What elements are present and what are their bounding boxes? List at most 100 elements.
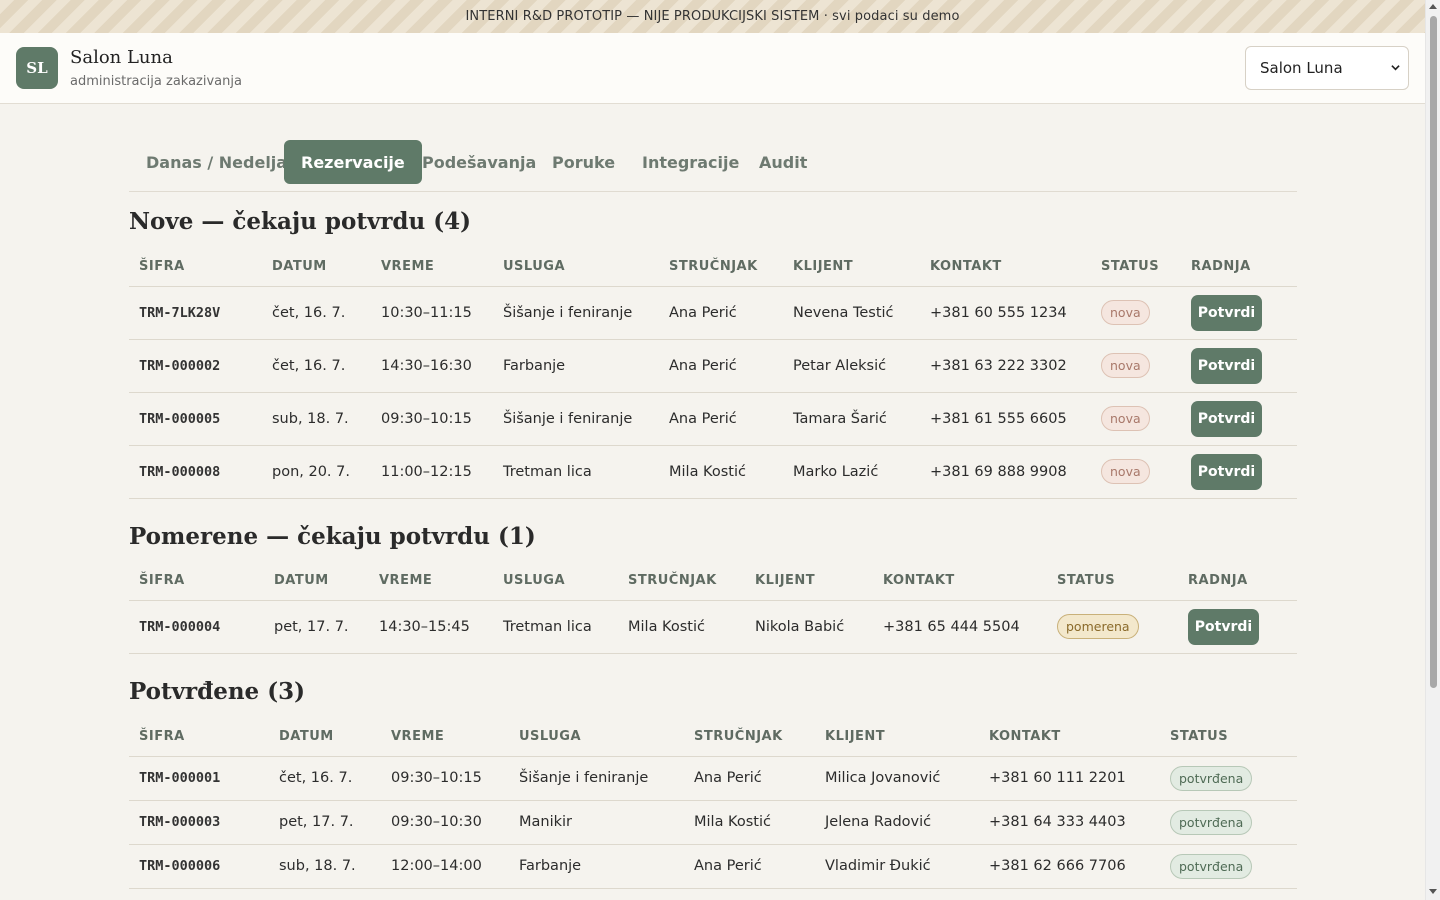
status-badge: nova <box>1101 353 1150 378</box>
tab-integracije[interactable]: Integracije <box>625 140 756 184</box>
col-sifra: ŠIFRA <box>139 573 185 589</box>
confirm-button[interactable]: Potvrdi <box>1191 400 1262 437</box>
cell-time: 12:00–14:00 <box>391 858 482 874</box>
cell-contact: +381 60 111 2201 <box>989 770 1126 786</box>
cell-action: Potvrdi <box>1181 392 1297 445</box>
salon-select[interactable]: Salon Luna <box>1245 46 1409 90</box>
tab-podesavanja[interactable]: Podešavanja <box>405 140 553 184</box>
col-strucnjak: STRUČNJAK <box>669 259 758 275</box>
app-header: SL Salon Luna administracija zakazivanja… <box>0 33 1425 104</box>
cell-status: potvrđena <box>1160 756 1297 800</box>
cell-date: čet, 16. 7. <box>272 304 346 321</box>
cell-expert: Ana Perić <box>669 304 737 321</box>
chevron-down-icon <box>1391 65 1400 71</box>
table-row: TRM-000004 pet, 17. 7. 14:30–15:45 Tretm… <box>129 600 1297 653</box>
section-title-nove: Nove — čekaju potvrdu (4) <box>129 208 472 235</box>
table-row: TRM-000005 sub, 18. 7. 09:30–10:15 Šišan… <box>129 392 1297 445</box>
table-row: TRM-000008 pon, 20. 7. 11:00–12:15 Tretm… <box>129 445 1297 498</box>
col-usluga: USLUGA <box>519 729 582 745</box>
col-sifra: ŠIFRA <box>139 729 185 745</box>
cell-contact: +381 65 444 5504 <box>883 618 1020 635</box>
confirm-button[interactable]: Potvrdi <box>1188 608 1259 645</box>
col-sifra: ŠIFRA <box>139 259 185 275</box>
col-status: STATUS <box>1101 259 1160 275</box>
cell-expert: Ana Perić <box>669 357 737 374</box>
table-row: TRM-7LK28V čet, 16. 7. 10:30–11:15 Šišan… <box>129 286 1297 339</box>
status-badge: nova <box>1101 459 1150 484</box>
cell-expert: Mila Kostić <box>694 814 771 830</box>
tab-rezervacije[interactable]: Rezervacije <box>284 140 422 184</box>
cell-client: Jelena Radović <box>825 814 932 830</box>
cell-service: Tretman lica <box>503 618 592 635</box>
col-klijent: KLIJENT <box>793 259 854 275</box>
cell-date: pet, 17. 7. <box>279 814 354 830</box>
cell-action: Potvrdi <box>1181 445 1297 498</box>
status-badge: potvrđena <box>1170 765 1253 791</box>
cell-expert: Ana Perić <box>694 770 762 786</box>
cell-code: TRM-000003 <box>139 814 221 830</box>
col-vreme: VREME <box>381 259 435 275</box>
confirm-button[interactable]: Potvrdi <box>1191 347 1262 384</box>
col-kontakt: KONTAKT <box>883 573 955 589</box>
cell-code: TRM-000001 <box>139 770 221 786</box>
cell-expert: Mila Kostić <box>669 463 746 480</box>
cell-status: potvrđena <box>1160 844 1297 888</box>
cell-service: Farbanje <box>519 858 582 874</box>
confirm-button[interactable]: Potvrdi <box>1191 453 1262 490</box>
table-pomerene: ŠIFRA DATUM VREME USLUGA STRUČNJAK KLIJE… <box>129 562 1297 654</box>
scroll-up-arrow-icon[interactable] <box>1429 4 1437 9</box>
cell-contact: +381 63 222 3302 <box>930 357 1067 374</box>
col-strucnjak: STRUČNJAK <box>628 573 717 589</box>
cell-date: sub, 18. 7. <box>272 410 349 427</box>
cell-time: 09:30–10:15 <box>381 410 472 427</box>
tab-poruke[interactable]: Poruke <box>535 140 632 184</box>
cell-code: TRM-7LK28V <box>139 304 221 321</box>
scrollbar-thumb[interactable] <box>1430 16 1437 688</box>
tab-danas-nedelja[interactable]: Danas / Nedelja <box>129 140 304 184</box>
status-badge: potvrđena <box>1170 809 1253 835</box>
status-badge: potvrđena <box>1170 853 1253 879</box>
cell-status: nova <box>1091 392 1181 445</box>
scroll-down-arrow-icon[interactable] <box>1429 889 1437 894</box>
col-vreme: VREME <box>391 729 445 745</box>
cell-service: Šišanje i feniranje <box>503 410 633 427</box>
cell-code: TRM-000002 <box>139 357 221 374</box>
cell-time: 14:30–16:30 <box>381 357 472 374</box>
col-kontakt: KONTAKT <box>989 729 1061 745</box>
cell-status: pomerena <box>1047 600 1178 653</box>
cell-service: Farbanje <box>503 357 566 374</box>
cell-action: Potvrdi <box>1181 286 1297 339</box>
col-datum: DATUM <box>279 729 334 745</box>
cell-time: 09:30–10:15 <box>391 770 482 786</box>
col-klijent: KLIJENT <box>825 729 886 745</box>
table-header-row: ŠIFRA DATUM VREME USLUGA STRUČNJAK KLIJE… <box>129 718 1297 756</box>
col-datum: DATUM <box>274 573 329 589</box>
col-status: STATUS <box>1057 573 1116 589</box>
main-tabs: Danas / Nedelja Rezervacije Podešavanja … <box>129 140 1297 192</box>
col-radnja: RADNJA <box>1188 573 1248 589</box>
tab-audit[interactable]: Audit <box>742 140 824 184</box>
table-header-row: ŠIFRA DATUM VREME USLUGA STRUČNJAK KLIJE… <box>129 562 1297 600</box>
table-potvrdene: ŠIFRA DATUM VREME USLUGA STRUČNJAK KLIJE… <box>129 718 1297 889</box>
confirm-button[interactable]: Potvrdi <box>1191 294 1262 331</box>
cell-client: Petar Aleksić <box>793 357 887 374</box>
cell-service: Šišanje i feniranje <box>503 304 633 321</box>
cell-contact: +381 69 888 9908 <box>930 463 1067 480</box>
cell-code: TRM-000004 <box>139 618 221 635</box>
cell-contact: +381 61 555 6605 <box>930 410 1067 427</box>
table-row: TRM-000001 čet, 16. 7. 09:30–10:15 Šišan… <box>129 756 1297 800</box>
salon-select-value: Salon Luna <box>1260 59 1343 77</box>
table-row: TRM-000002 čet, 16. 7. 14:30–16:30 Farba… <box>129 339 1297 392</box>
cell-time: 10:30–11:15 <box>381 304 472 321</box>
cell-status: nova <box>1091 286 1181 339</box>
col-usluga: USLUGA <box>503 573 566 589</box>
cell-expert: Ana Perić <box>669 410 737 427</box>
status-badge: pomerena <box>1057 614 1139 639</box>
cell-status: nova <box>1091 339 1181 392</box>
col-vreme: VREME <box>379 573 433 589</box>
col-radnja: RADNJA <box>1191 259 1251 275</box>
cell-time: 11:00–12:15 <box>381 463 472 480</box>
col-strucnjak: STRUČNJAK <box>694 729 783 745</box>
page-scrollbar[interactable] <box>1425 0 1440 900</box>
cell-client: Vladimir Đukić <box>825 858 931 874</box>
